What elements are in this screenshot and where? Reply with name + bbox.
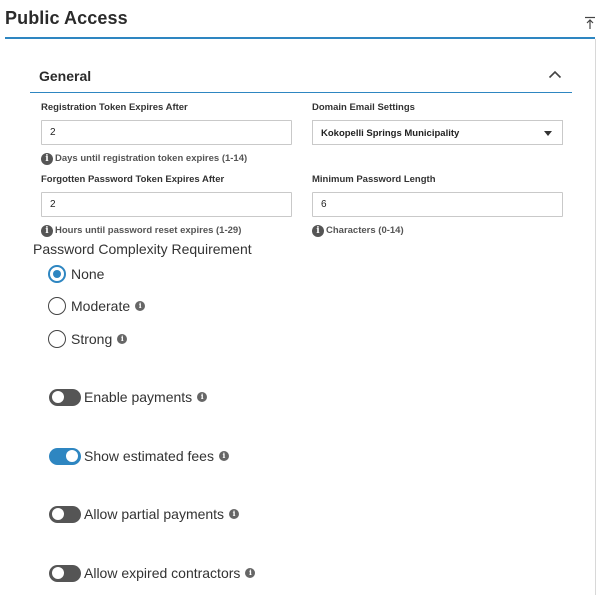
panel-border bbox=[595, 39, 596, 595]
info-icon[interactable]: i bbox=[245, 568, 256, 578]
password-complexity-label: Password Complexity Requirement bbox=[33, 241, 252, 257]
info-icon[interactable]: i bbox=[229, 509, 240, 519]
complexity-option-none[interactable]: None bbox=[48, 264, 104, 284]
show-estimated-fees-toggle[interactable] bbox=[49, 447, 81, 465]
chevron-up-icon[interactable] bbox=[548, 69, 562, 79]
radio-button[interactable] bbox=[48, 330, 66, 348]
page-header: Public Access bbox=[0, 0, 597, 40]
domain-email-label: Domain Email Settings bbox=[312, 102, 415, 113]
complexity-option-moderate[interactable]: Moderate i bbox=[48, 296, 146, 316]
toggle-label: Enable payments bbox=[84, 389, 193, 405]
allow-expired-contractors-row: Allow expired contractors i bbox=[49, 563, 256, 583]
section-header-general[interactable]: General bbox=[30, 58, 572, 93]
domain-email-value: Kokopelli Springs Municipality bbox=[321, 128, 460, 139]
section-divider bbox=[30, 92, 572, 93]
allow-expired-contractors-toggle[interactable] bbox=[49, 564, 81, 582]
page-title: Public Access bbox=[5, 8, 128, 28]
min-password-length-input[interactable] bbox=[312, 192, 563, 217]
info-icon[interactable]: i bbox=[117, 334, 128, 344]
toggle-label: Allow partial payments bbox=[84, 506, 225, 522]
domain-email-select[interactable]: Kokopelli Springs Municipality bbox=[312, 120, 563, 145]
option-label: None bbox=[71, 266, 105, 282]
forgotten-password-hint: i Hours until password reset expires (1-2… bbox=[41, 222, 241, 237]
forgotten-password-label: Forgotten Password Token Expires After bbox=[41, 174, 225, 185]
section-title: General bbox=[39, 68, 92, 84]
info-icon[interactable]: i bbox=[135, 301, 146, 311]
toggle-label: Show estimated fees bbox=[84, 448, 214, 464]
allow-partial-payments-row: Allow partial payments i bbox=[49, 504, 240, 524]
radio-button[interactable] bbox=[48, 297, 66, 315]
forgotten-password-input[interactable] bbox=[41, 192, 292, 217]
show-estimated-fees-row: Show estimated fees i bbox=[49, 446, 229, 466]
enable-payments-toggle[interactable] bbox=[49, 388, 81, 406]
info-icon: i bbox=[41, 224, 53, 237]
info-icon[interactable]: i bbox=[197, 392, 208, 402]
option-label: Moderate bbox=[71, 298, 131, 314]
info-icon: i bbox=[41, 152, 53, 165]
registration-token-label: Registration Token Expires After bbox=[41, 102, 188, 113]
toggle-label: Allow expired contractors bbox=[84, 565, 241, 581]
radio-button[interactable] bbox=[48, 265, 66, 283]
info-icon: i bbox=[312, 224, 324, 237]
allow-partial-payments-toggle[interactable] bbox=[49, 505, 81, 523]
enable-payments-row: Enable payments i bbox=[49, 387, 208, 407]
caret-down-icon bbox=[544, 131, 552, 136]
option-label: Strong bbox=[71, 331, 113, 347]
collapse-to-top-icon[interactable] bbox=[584, 16, 596, 30]
registration-token-hint: i Days until registration token expires (… bbox=[41, 150, 247, 165]
header-divider bbox=[5, 37, 595, 39]
info-icon[interactable]: i bbox=[218, 451, 229, 461]
min-password-length-label: Minimum Password Length bbox=[312, 174, 436, 185]
registration-token-input[interactable] bbox=[41, 120, 292, 145]
complexity-option-strong[interactable]: Strong i bbox=[48, 329, 128, 349]
min-password-length-hint: i Characters (0-14) bbox=[312, 222, 404, 237]
